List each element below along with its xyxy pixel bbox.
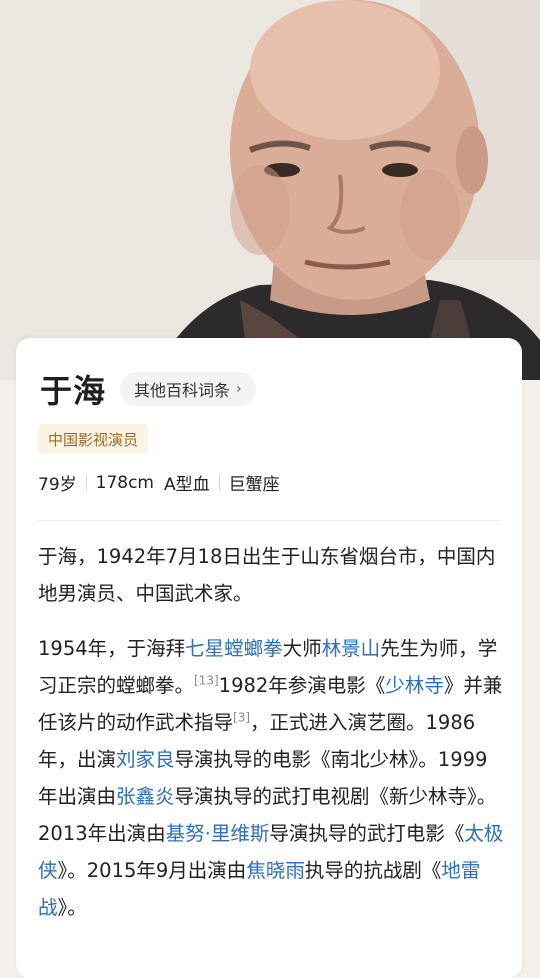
- fact-divider: [85, 474, 87, 491]
- citation-13[interactable]: [13]: [194, 674, 219, 688]
- intro-paragraph-1: 于海，1942年7月18日出生于山东省烟台市，中国内地男演员、中国武术家。: [38, 545, 496, 605]
- person-name: 于海: [40, 372, 107, 410]
- portrait-illustration: [0, 0, 540, 380]
- chevron-right-icon: ›: [236, 381, 242, 397]
- link-zhang-xinyan[interactable]: 张鑫炎: [116, 785, 175, 808]
- fact-divider: [218, 474, 220, 491]
- profile-card: 于海 其他百科词条 › 中国影视演员 79岁 178cm A型血 巨蟹座 于海，…: [16, 338, 522, 978]
- occupation-tag-label: 中国影视演员: [48, 430, 139, 449]
- section-divider: [38, 520, 500, 521]
- text-segment: 大师: [282, 637, 322, 660]
- link-qixing-mantis-fist[interactable]: 七星螳螂拳: [185, 637, 283, 660]
- link-jiao-xiaoyu[interactable]: 焦晓雨: [246, 859, 305, 882]
- fact-age: 79岁: [38, 475, 77, 495]
- text-segment: 》。: [57, 896, 87, 919]
- fact-blood-type: A型血: [164, 475, 210, 495]
- text-segment: 1982年参演电影《: [218, 674, 386, 697]
- facts-row: 79岁 178cm A型血 巨蟹座: [38, 470, 280, 496]
- text-segment: 执导的抗战剧《: [304, 859, 442, 882]
- link-shaolin-temple[interactable]: 少林寺: [385, 674, 444, 697]
- text-segment: 》。2015年9月出演由: [57, 859, 247, 882]
- text-segment: 1954年，于海拜: [38, 637, 186, 660]
- occupation-tag[interactable]: 中国影视演员: [38, 424, 149, 454]
- link-lin-jingshan[interactable]: 林景山: [322, 637, 381, 660]
- citation-3[interactable]: [3]: [233, 711, 250, 725]
- fact-divider: [154, 475, 164, 491]
- title-row: 于海 其他百科词条 ›: [40, 366, 256, 412]
- text-segment: 导演执导的武打电影《: [269, 822, 465, 845]
- link-keanu-reeves[interactable]: 基努·里维斯: [166, 822, 270, 845]
- intro-paragraph-2: 1954年，于海拜七星螳螂拳大师林景山先生为师，学习正宗的螳螂拳。[13]198…: [38, 630, 504, 926]
- link-liu-jialiang[interactable]: 刘家良: [116, 748, 175, 771]
- fact-zodiac: 巨蟹座: [228, 475, 280, 495]
- fact-height: 178cm: [95, 472, 154, 493]
- other-entries-button[interactable]: 其他百科词条 ›: [120, 372, 256, 406]
- other-entries-label: 其他百科词条: [134, 381, 231, 400]
- portrait-photo[interactable]: [0, 0, 540, 380]
